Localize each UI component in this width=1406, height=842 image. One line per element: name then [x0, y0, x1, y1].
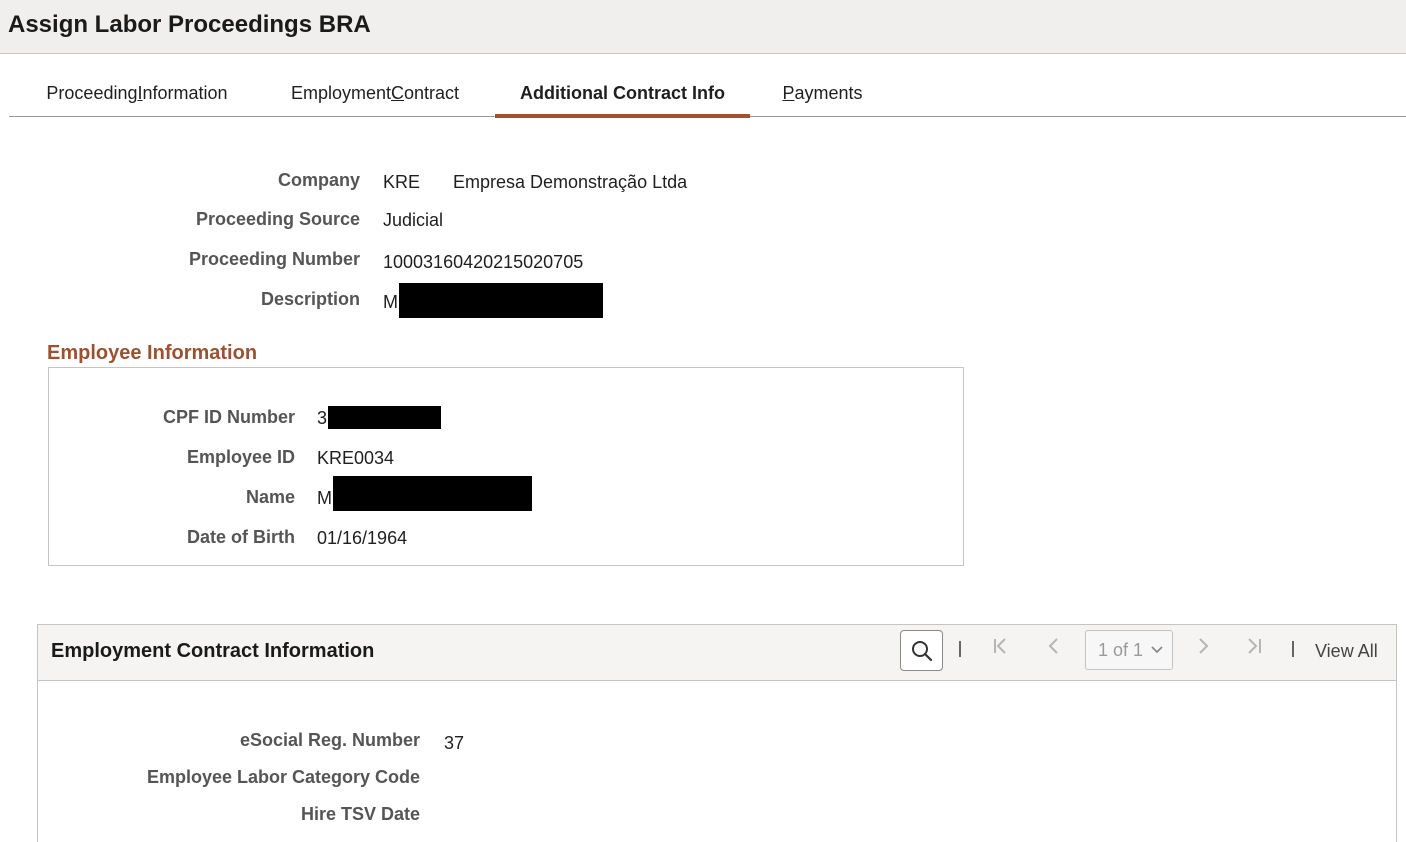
proceeding-number-label: Proceeding Number — [188, 249, 360, 269]
esocial-reg-number-label: eSocial Reg. Number — [239, 730, 420, 750]
cpf-id-value: 3 — [317, 408, 328, 428]
hire-tsv-date-label: Hire TSV Date — [300, 804, 420, 824]
date-of-birth-value: 01/16/1964 — [317, 528, 408, 548]
redaction-block — [399, 283, 603, 318]
view-all-link[interactable]: View All — [1315, 641, 1378, 662]
proceeding-number-value: 10003160420215020705 — [383, 252, 584, 272]
page-selector-value: 1 of 1 — [1098, 639, 1144, 660]
grid-header: Employment Contract Information 1 of 1 V… — [38, 625, 1396, 681]
proceeding-source-label: Proceeding Source — [195, 209, 360, 229]
redaction-block — [333, 476, 532, 511]
tab-payments[interactable]: Payments — [779, 70, 866, 116]
company-name: Empresa Demonstração Ltda — [453, 172, 688, 192]
esocial-reg-number-value: 37 — [444, 733, 465, 753]
description-label: Description — [260, 289, 360, 309]
chevron-down-icon — [1151, 643, 1163, 657]
previous-page-icon[interactable] — [1046, 636, 1060, 662]
title-bar: Assign Labor Proceedings BRA — [0, 0, 1406, 54]
description-value: M — [383, 292, 398, 312]
tab-proceeding-information[interactable]: Proceeding Information — [42, 70, 232, 116]
employee-id-label: Employee ID — [186, 447, 295, 467]
proceeding-source-value: Judicial — [383, 210, 444, 230]
cpf-id-label: CPF ID Number — [162, 407, 295, 427]
grid-title: Employment Contract Information — [51, 640, 375, 662]
search-icon — [911, 640, 932, 661]
employment-contract-grid: Employment Contract Information 1 of 1 V… — [37, 624, 1397, 842]
name-value: M — [317, 488, 332, 508]
employee-id-value: KRE0034 — [317, 448, 395, 468]
search-button[interactable] — [900, 630, 943, 671]
tab-bar: Proceeding Information Employment Contra… — [9, 70, 1406, 118]
tab-employment-contract[interactable]: Employment Contract — [284, 70, 466, 116]
redaction-block — [328, 406, 441, 429]
date-of-birth-label: Date of Birth — [187, 527, 295, 547]
page-title: Assign Labor Proceedings BRA — [8, 11, 371, 38]
employee-information-title: Employee Information — [47, 342, 258, 364]
first-page-icon[interactable] — [992, 636, 1010, 662]
toolbar-separator — [959, 641, 961, 657]
name-label: Name — [245, 487, 295, 507]
tab-additional-contract-info[interactable]: Additional Contract Info — [495, 70, 750, 118]
employee-labor-category-code-label: Employee Labor Category Code — [146, 767, 420, 787]
company-code: KRE — [383, 172, 421, 192]
next-page-icon[interactable] — [1197, 636, 1211, 662]
page-selector[interactable]: 1 of 1 — [1085, 630, 1173, 670]
last-page-icon[interactable] — [1245, 636, 1263, 662]
toolbar-separator — [1292, 641, 1294, 657]
company-label: Company — [277, 170, 360, 190]
